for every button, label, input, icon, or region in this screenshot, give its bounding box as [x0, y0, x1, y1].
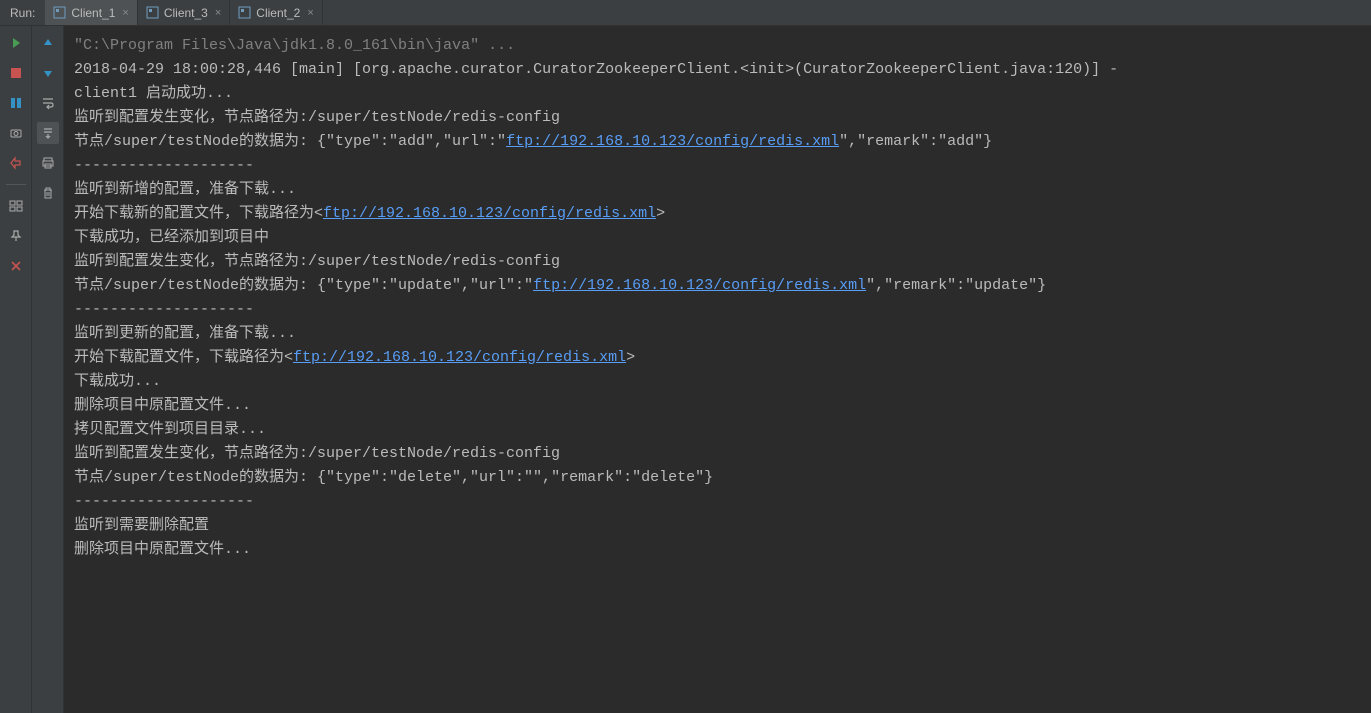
console-text: 监听到配置发生变化，节点路径为:/super/testNode/redis-co… — [74, 109, 560, 126]
console-link[interactable]: ftp://192.168.10.123/config/redis.xml — [293, 349, 626, 366]
console-line: 下载成功... — [74, 370, 1361, 394]
tab-client-2[interactable]: Client_2 × — [230, 0, 322, 25]
rerun-button[interactable] — [5, 32, 27, 54]
console-line: 开始下载配置文件，下载路径为<ftp://192.168.10.123/conf… — [74, 346, 1361, 370]
console-link[interactable]: ftp://192.168.10.123/config/redis.xml — [506, 133, 839, 150]
run-config-icon — [53, 6, 66, 19]
console-line: 节点/super/testNode的数据为: {"type":"delete",… — [74, 466, 1361, 490]
stop-button[interactable] — [5, 62, 27, 84]
console-line: 下载成功，已经添加到项目中 — [74, 226, 1361, 250]
console-text: 删除项目中原配置文件... — [74, 541, 251, 558]
run-label: Run: — [0, 6, 45, 20]
tab-label: Client_1 — [71, 6, 115, 20]
run-toolbar-secondary — [32, 26, 64, 713]
console-line: 节点/super/testNode的数据为: {"type":"update",… — [74, 274, 1361, 298]
exit-button[interactable] — [5, 152, 27, 174]
layout-button[interactable] — [5, 195, 27, 217]
console-line: 监听到新增的配置，准备下载... — [74, 178, 1361, 202]
dump-threads-button[interactable] — [5, 122, 27, 144]
console-text: > — [656, 205, 665, 222]
console-line: 监听到配置发生变化，节点路径为:/super/testNode/redis-co… — [74, 106, 1361, 130]
console-text: 下载成功... — [74, 373, 161, 390]
console-line: -------------------- — [74, 490, 1361, 514]
console-line: 节点/super/testNode的数据为: {"type":"add","ur… — [74, 130, 1361, 154]
console-text: > — [626, 349, 635, 366]
down-stack-button[interactable] — [37, 62, 59, 84]
console-text: 监听到需要删除配置 — [74, 517, 209, 534]
close-icon[interactable]: × — [122, 7, 128, 19]
console-text: ","remark":"add"} — [839, 133, 992, 150]
console-text: 节点/super/testNode的数据为: {"type":"update",… — [74, 277, 533, 294]
console-link[interactable]: ftp://192.168.10.123/config/redis.xml — [533, 277, 866, 294]
console-line: client1 启动成功... — [74, 82, 1361, 106]
console-output[interactable]: "C:\Program Files\Java\jdk1.8.0_161\bin\… — [64, 26, 1371, 713]
console-text: ","remark":"update"} — [866, 277, 1046, 294]
console-text: -------------------- — [74, 301, 254, 318]
run-toolbar-primary — [0, 26, 32, 713]
close-icon[interactable]: × — [307, 7, 313, 19]
soft-wrap-button[interactable] — [37, 92, 59, 114]
console-line: 删除项目中原配置文件... — [74, 394, 1361, 418]
tab-client-3[interactable]: Client_3 × — [138, 0, 230, 25]
print-button[interactable] — [37, 152, 59, 174]
tab-label: Client_2 — [256, 6, 300, 20]
close-icon[interactable]: × — [215, 7, 221, 19]
console-text: 监听到新增的配置，准备下载... — [74, 181, 296, 198]
console-line: 监听到配置发生变化，节点路径为:/super/testNode/redis-co… — [74, 250, 1361, 274]
console-link[interactable]: ftp://192.168.10.123/config/redis.xml — [323, 205, 656, 222]
console-line: 删除项目中原配置文件... — [74, 538, 1361, 562]
console-text: 2018-04-29 18:00:28,446 [main] [org.apac… — [74, 61, 1127, 78]
scroll-to-end-button[interactable] — [37, 122, 59, 144]
console-line: -------------------- — [74, 154, 1361, 178]
console-line: 拷贝配置文件到项目目录... — [74, 418, 1361, 442]
console-text: 监听到配置发生变化，节点路径为:/super/testNode/redis-co… — [74, 445, 560, 462]
console-line: -------------------- — [74, 298, 1361, 322]
tab-label: Client_3 — [164, 6, 208, 20]
console-line: 监听到需要删除配置 — [74, 514, 1361, 538]
pin-button[interactable] — [5, 225, 27, 247]
up-stack-button[interactable] — [37, 32, 59, 54]
run-tool-window-header: Run: Client_1 × Client_3 × Client_2 × — [0, 0, 1371, 26]
run-config-icon — [238, 6, 251, 19]
console-line: 2018-04-29 18:00:28,446 [main] [org.apac… — [74, 58, 1361, 82]
run-tabs: Client_1 × Client_3 × Client_2 × — [45, 0, 322, 25]
separator — [6, 184, 26, 185]
pause-button[interactable] — [5, 92, 27, 114]
console-line: "C:\Program Files\Java\jdk1.8.0_161\bin\… — [74, 34, 1361, 58]
clear-all-button[interactable] — [37, 182, 59, 204]
console-text: 开始下载配置文件，下载路径为< — [74, 349, 293, 366]
console-text: 下载成功，已经添加到项目中 — [74, 229, 269, 246]
console-text: 删除项目中原配置文件... — [74, 397, 251, 414]
console-text: client1 启动成功... — [74, 85, 233, 102]
console-text: 节点/super/testNode的数据为: {"type":"add","ur… — [74, 133, 506, 150]
run-config-icon — [146, 6, 159, 19]
main-area: "C:\Program Files\Java\jdk1.8.0_161\bin\… — [0, 26, 1371, 713]
console-text: 节点/super/testNode的数据为: {"type":"delete",… — [74, 469, 713, 486]
console-text: -------------------- — [74, 157, 254, 174]
console-text: 开始下载新的配置文件，下载路径为< — [74, 205, 323, 222]
console-line: 开始下载新的配置文件，下载路径为<ftp://192.168.10.123/co… — [74, 202, 1361, 226]
tab-client-1[interactable]: Client_1 × — [45, 0, 137, 25]
close-tab-button[interactable] — [5, 255, 27, 277]
console-text: 监听到更新的配置，准备下载... — [74, 325, 296, 342]
console-text: "C:\Program Files\Java\jdk1.8.0_161\bin\… — [74, 37, 515, 54]
console-line: 监听到配置发生变化，节点路径为:/super/testNode/redis-co… — [74, 442, 1361, 466]
console-text: -------------------- — [74, 493, 254, 510]
console-line: 监听到更新的配置，准备下载... — [74, 322, 1361, 346]
console-text: 拷贝配置文件到项目目录... — [74, 421, 266, 438]
console-text: 监听到配置发生变化，节点路径为:/super/testNode/redis-co… — [74, 253, 560, 270]
